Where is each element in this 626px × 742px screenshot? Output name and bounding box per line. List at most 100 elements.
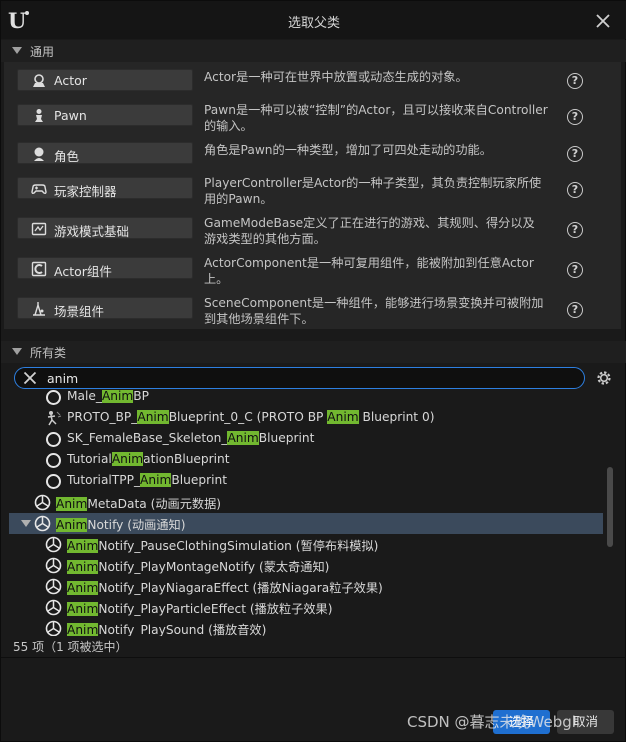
search-match-highlight: Anim (67, 581, 99, 595)
class-button-3[interactable]: 玩家控制器 (17, 177, 193, 199)
tree-row[interactable]: AnimNotify_PlayNiagaraEffect (播放Niagara粒… (9, 576, 603, 597)
help-icon[interactable]: ? (567, 73, 583, 89)
ue-class-icon (34, 494, 51, 511)
tree-row-selected[interactable]: AnimNotify (动画通知) (9, 513, 603, 534)
select-button[interactable]: 选择 (493, 710, 550, 734)
label-text: Notify (动画通知) (87, 518, 186, 532)
tree-row[interactable]: TutorialTPP_AnimBlueprint (9, 471, 603, 492)
help-icon[interactable]: ? (567, 262, 583, 278)
help-icon[interactable]: ? (567, 109, 583, 125)
circle-icon (46, 474, 61, 489)
label-text: Blueprint (171, 473, 227, 487)
tree-row[interactable]: Male_AnimBP (9, 390, 603, 408)
tree-row[interactable]: AnimNotify_PauseClothingSimulation (暂停布料… (9, 534, 603, 555)
expand-arrow-icon[interactable] (21, 520, 31, 527)
label-text: TutorialTPP_ (67, 473, 141, 487)
search-input[interactable] (47, 369, 567, 387)
label-text: Notify_PauseClothingSimulation (暂停布料模拟) (98, 539, 379, 553)
help-icon[interactable]: ? (567, 302, 583, 318)
class-button-label: 角色 (54, 149, 80, 164)
class-button-4[interactable]: 游戏模式基础 (17, 217, 193, 239)
common-section-label: 通用 (30, 45, 55, 59)
description-line: ActorComponent是一种可复用组件，能被附加到任意Actor (204, 256, 534, 270)
tree-row[interactable]: AnimNotify_PlaySound (播放音效) (9, 618, 603, 636)
tree-row-label: AnimNotify_PlayNiagaraEffect (播放Niagara粒… (67, 578, 383, 596)
label-text: Tutorial (67, 452, 112, 466)
label-text: ationBlueprint (143, 452, 230, 466)
description-line: 角色是Pawn的一种类型，增加了可四处走动的功能。 (204, 143, 492, 157)
tree-row[interactable]: AnimMetaData (动画元数据) (9, 492, 603, 513)
label-text: Blueprint 0) (358, 410, 435, 424)
gamemode-icon (31, 222, 47, 236)
pawn-icon (35, 109, 43, 122)
class-button-1[interactable]: Pawn (17, 104, 193, 126)
cancel-button[interactable]: 取消 (557, 710, 614, 734)
search-match-highlight: Anim (67, 560, 99, 574)
collapse-arrow-icon[interactable] (12, 348, 22, 355)
class-description: PlayerController是Actor的一种子类型，其负责控制玩家所使 用的… (204, 175, 560, 207)
class-description: Pawn是一种可以被“控制”的Actor，且可以接收来自Controller 的输… (204, 102, 560, 134)
gamepad-icon (31, 184, 47, 195)
tree-row[interactable]: AnimNotify_PlayParticleEffect (播放粒子效果) (9, 597, 603, 618)
circle-icon (46, 453, 61, 468)
tree-scrollbar-thumb[interactable] (607, 467, 613, 547)
tree-row-label: PROTO_BP_AnimBlueprint_0_C (PROTO BP Ani… (67, 410, 434, 424)
search-match-highlight: Anim (56, 497, 88, 511)
tree-row[interactable]: SK_FemaleBase_Skeleton_AnimBlueprint (9, 429, 603, 450)
search-match-highlight: Anim (227, 431, 259, 445)
description-line: Actor是一种可在世界中放置或动态生成的对象。 (204, 70, 468, 84)
class-button-label: 场景组件 (54, 304, 105, 319)
help-icon[interactable]: ? (567, 222, 583, 238)
label-text: SK_FemaleBase_Skeleton_ (67, 431, 228, 445)
footer-divider (1, 657, 626, 658)
animation-icon (47, 411, 62, 426)
collapse-arrow-icon[interactable] (12, 47, 22, 54)
settings-gear-icon[interactable] (595, 369, 613, 387)
label-text: Male_ (67, 390, 102, 403)
help-icon[interactable]: ? (567, 146, 583, 162)
class-button-5[interactable]: Actor组件 (17, 257, 193, 279)
description-line: SceneComponent是一种组件，能够进行场景变换并可被附加 (204, 296, 544, 310)
class-button-label: 游戏模式基础 (54, 224, 130, 239)
common-section-header[interactable]: 通用 (1, 40, 626, 62)
circle-icon (46, 390, 61, 405)
description-line: PlayerController是Actor的一种子类型，其负责控制玩家所使 (204, 176, 542, 190)
all-classes-section-header[interactable]: 所有类 (1, 341, 626, 363)
class-button-label: Actor (54, 73, 87, 88)
tree-row-label: TutorialTPP_AnimBlueprint (67, 473, 227, 487)
close-icon[interactable] (593, 11, 613, 31)
label-text: Notify_PlayMontageNotify (蒙太奇通知) (98, 560, 330, 574)
tree-row[interactable]: AnimNotify_PlayMontageNotify (蒙太奇通知) (9, 555, 603, 576)
tree-row-label: AnimNotify (动画通知) (56, 515, 186, 533)
description-line: 游戏类型的其他方面。 (204, 232, 326, 246)
tree-row[interactable]: TutorialAnimationBlueprint (9, 450, 603, 471)
class-button-0[interactable]: Actor (17, 69, 193, 91)
description-line: GameModeBase定义了正在进行的游戏、其规则、得分以及 (204, 216, 535, 230)
search-match-highlight: Anim (111, 452, 144, 466)
ue-class-icon (34, 515, 51, 532)
item-count-status: 55 项（1 项被选中） (13, 640, 128, 654)
tree-row-label: SK_FemaleBase_Skeleton_AnimBlueprint (67, 431, 314, 445)
class-description: GameModeBase定义了正在进行的游戏、其规则、得分以及 游戏类型的其他方面… (204, 215, 560, 247)
csdn-watermark: CSDN @暮志未晚Webgl (407, 713, 576, 731)
actor-component-icon (31, 261, 47, 277)
tree-row-label: AnimNotify_PauseClothingSimulation (暂停布料… (67, 536, 378, 554)
search-match-highlight: Anim (67, 539, 99, 553)
label-text: Blueprint (258, 431, 315, 445)
description-line: 的输入。 (204, 119, 253, 133)
label-text: Notify_PlayNiagaraEffect (播放Niagara粒子效果) (98, 581, 383, 595)
label-text: PROTO_BP_ (67, 410, 138, 424)
label-text: Blueprint_0_C (PROTO BP (168, 410, 328, 424)
class-button-label: Pawn (54, 108, 87, 123)
class-button-2[interactable]: 角色 (17, 142, 193, 164)
ue-class-icon (45, 536, 62, 553)
description-line: 到其他场景组件下。 (204, 312, 314, 326)
clear-search-icon[interactable] (23, 371, 37, 385)
label-text: Notify_PlaySound (播放音效) (98, 623, 267, 636)
ue-class-icon (45, 620, 62, 636)
class-button-6[interactable]: 场景组件 (17, 297, 193, 319)
search-match-highlight: Anim (56, 518, 88, 532)
help-icon[interactable]: ? (567, 182, 583, 198)
class-button-label: Actor组件 (54, 264, 112, 279)
tree-row[interactable]: PROTO_BP_AnimBlueprint_0_C (PROTO BP Ani… (9, 408, 603, 429)
